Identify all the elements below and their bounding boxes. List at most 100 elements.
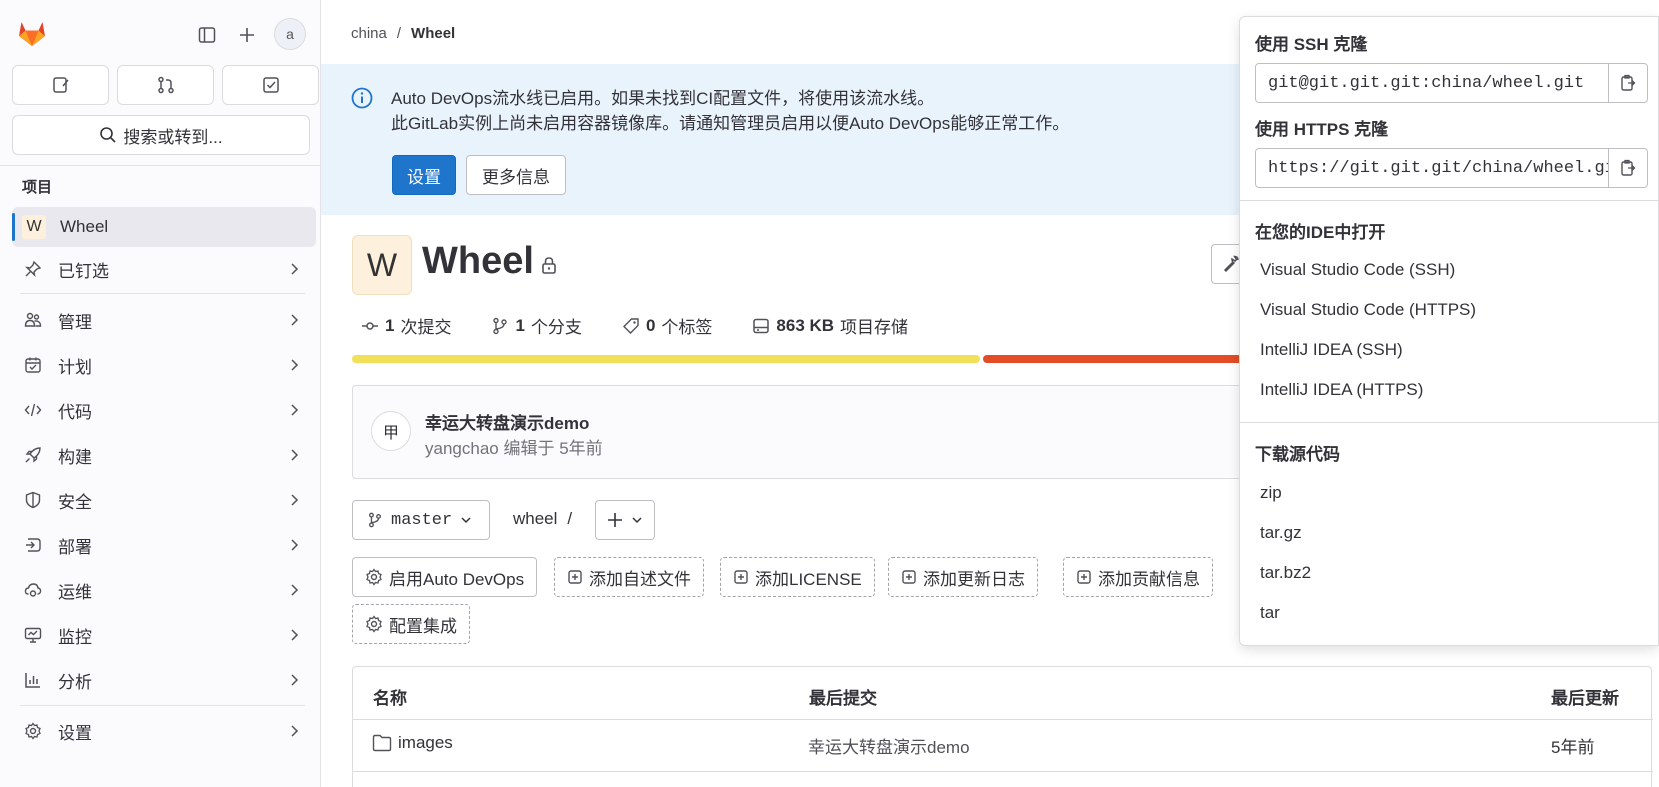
storage-size: 863 KB	[776, 315, 835, 335]
todos-button[interactable]	[222, 65, 319, 105]
user-avatar[interactable]: a	[274, 18, 306, 50]
chevron-right-icon	[290, 357, 300, 377]
sidebar-item-security[interactable]: 安全	[12, 480, 316, 520]
sidebar-header: a	[0, 0, 320, 62]
file-name-cell[interactable]: images	[372, 733, 453, 753]
gitlab-logo-icon[interactable]	[16, 17, 48, 49]
ide-section-label: 在您的IDE中打开	[1255, 223, 1386, 242]
add-changelog-button[interactable]: 添加更新日志	[888, 557, 1038, 597]
commit-title-link[interactable]: 幸运大转盘演示demo	[425, 409, 589, 434]
create-new-icon[interactable]	[232, 20, 262, 50]
branches-stat[interactable]: 1 个分支	[491, 313, 582, 338]
todo-icon	[262, 77, 279, 93]
repository-languages-bar[interactable]	[352, 355, 1352, 363]
plus-square-icon	[1077, 570, 1091, 584]
tag-icon	[622, 317, 639, 334]
sidebar-item-label: 已钉选	[58, 261, 109, 281]
pin-icon	[22, 258, 44, 280]
open-intellij-https-item[interactable]: IntelliJ IDEA (HTTPS)	[1260, 380, 1423, 400]
sidebar-item-operate[interactable]: 运维	[12, 570, 316, 610]
add-contributing-button[interactable]: 添加贡献信息	[1063, 557, 1213, 597]
download-zip-item[interactable]: zip	[1260, 483, 1282, 503]
tags-stat[interactable]: 0 个标签	[622, 313, 712, 338]
storage-icon	[753, 318, 770, 333]
cloud-gear-icon	[22, 579, 44, 601]
plus-icon	[608, 513, 622, 527]
column-header-last-update: 最后更新	[1551, 689, 1619, 708]
language-segment[interactable]	[352, 355, 981, 363]
open-vscode-https-item[interactable]: Visual Studio Code (HTTPS)	[1260, 300, 1476, 320]
updated-time: 5年前	[1551, 738, 1595, 757]
add-readme-button[interactable]: 添加自述文件	[554, 557, 704, 597]
commit-message-link[interactable]: 幸运大转盘演示demo	[808, 733, 970, 758]
sidebar-item-label: 监控	[58, 627, 92, 647]
chevron-right-icon	[290, 537, 300, 557]
sidebar-item-settings[interactable]: 设置	[12, 711, 316, 751]
issues-button[interactable]	[12, 65, 109, 105]
sidebar-item-analyze[interactable]: 分析	[12, 660, 316, 700]
sidebar-item-label: 构建	[58, 447, 92, 467]
add-to-tree-button[interactable]	[595, 500, 655, 540]
search-button[interactable]: 搜索或转到...	[12, 115, 310, 155]
sidebar-item-deploy[interactable]: 部署	[12, 525, 316, 565]
repo-path-root-link[interactable]: wheel	[513, 509, 557, 529]
download-tar-item[interactable]: tar	[1260, 603, 1280, 623]
copy-https-url-button[interactable]	[1608, 148, 1648, 188]
sidebar-item-build[interactable]: 构建	[12, 435, 316, 475]
breadcrumb-separator: /	[396, 25, 402, 42]
ssh-url-field[interactable]: git@git.git.git:china/wheel.git	[1255, 63, 1610, 103]
commits-label: 次提交	[400, 318, 452, 337]
lock-icon	[542, 257, 556, 274]
download-tar-bz2-item[interactable]: tar.bz2	[1260, 563, 1311, 583]
breadcrumb-project-link[interactable]: Wheel	[411, 25, 455, 42]
plus-square-icon	[902, 570, 916, 584]
enable-auto-devops-button[interactable]: 启用Auto DevOps	[352, 557, 538, 597]
file-name-link[interactable]: images	[398, 733, 453, 753]
table-divider	[353, 771, 1653, 772]
users-icon	[22, 309, 44, 331]
download-tar-gz-item[interactable]: tar.gz	[1260, 523, 1302, 543]
commit-author-avatar[interactable]: 甲	[371, 411, 411, 451]
commit-author-link[interactable]: yangchao	[425, 439, 499, 458]
sidebar-item-label: 部署	[58, 537, 92, 557]
sidebar-item-manage[interactable]: 管理	[12, 300, 316, 340]
sidebar-item-pinned[interactable]: 已钉选	[12, 249, 316, 289]
column-header-name: 名称	[373, 689, 407, 708]
breadcrumb-group-link[interactable]: china	[351, 25, 387, 42]
chevron-right-icon	[290, 672, 300, 692]
sidebar-divider	[20, 705, 305, 706]
open-intellij-ssh-item[interactable]: IntelliJ IDEA (SSH)	[1260, 340, 1403, 360]
sidebar-item-plan[interactable]: 计划	[12, 345, 316, 385]
https-url-field[interactable]: https://git.git.git/china/wheel.git	[1255, 148, 1610, 188]
dropdown-divider	[1240, 200, 1659, 201]
commits-count: 1	[385, 315, 395, 335]
chevron-right-icon	[290, 582, 300, 602]
storage-stat[interactable]: 863 KB 项目存储	[752, 313, 908, 338]
alert-more-info-button[interactable]: 更多信息	[466, 155, 566, 195]
action-label: 启用Auto DevOps	[389, 569, 525, 589]
action-label: 配置集成	[389, 616, 457, 636]
plus-square-icon	[734, 570, 748, 584]
sidebar-item-code[interactable]: 代码	[12, 390, 316, 430]
project-title: Wheel	[422, 240, 534, 282]
merge-requests-button[interactable]	[117, 65, 214, 105]
commits-stat[interactable]: 1 次提交	[361, 313, 451, 338]
copy-ssh-url-button[interactable]	[1608, 63, 1648, 103]
branch-selector[interactable]: master	[352, 500, 490, 540]
sidebar-item-monitor[interactable]: 监控	[12, 615, 316, 655]
sidebar-item-label: 计划	[58, 357, 92, 377]
branch-icon	[369, 512, 381, 528]
configure-integrations-button[interactable]: 配置集成	[352, 604, 470, 644]
tags-count: 0	[645, 315, 656, 335]
toggle-sidebar-icon[interactable]	[192, 20, 222, 50]
chevron-right-icon	[290, 627, 300, 647]
rocket-icon	[22, 444, 44, 466]
sidebar-item-project[interactable]: W Wheel	[12, 207, 316, 247]
alert-settings-button[interactable]: 设置	[392, 155, 456, 195]
search-label: 搜索或转到...	[123, 127, 223, 147]
branches-label: 个分支	[530, 318, 582, 337]
add-license-button[interactable]: 添加LICENSE	[720, 557, 875, 597]
repo-path-separator: /	[567, 509, 573, 528]
open-vscode-ssh-item[interactable]: Visual Studio Code (SSH)	[1260, 260, 1455, 280]
storage-label: 项目存储	[840, 318, 909, 337]
